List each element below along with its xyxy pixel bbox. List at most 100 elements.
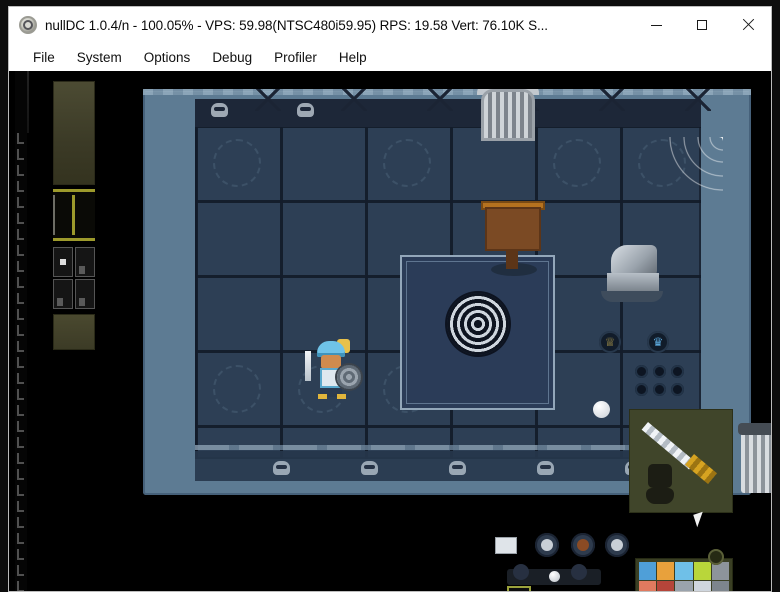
hud-edge-tick [17,213,24,224]
menu-item-system[interactable]: System [67,47,132,68]
spiderweb [653,137,723,203]
minimap-cell[interactable] [675,580,693,591]
hud-edge-tick [17,485,24,496]
prop-disc [605,533,629,557]
window-title: nullDC 1.0.4/n - 100.05% - VPS: 59.98(NT… [45,17,548,33]
wall-spike [341,89,367,111]
prop-disc [571,533,595,557]
maximize-icon [697,20,707,30]
shield-icon [337,365,361,389]
wall-skull-icon [297,103,314,117]
minimap-cell[interactable] [693,580,711,591]
floor-tile-circle [213,139,261,187]
title-bar[interactable]: nullDC 1.0.4/n - 100.05% - VPS: 59.98(NT… [9,7,771,43]
hud-slot-bottom[interactable] [53,314,95,350]
hero-knight[interactable] [305,339,361,399]
prop-disc [535,533,559,557]
wall-spike [255,89,281,111]
menu-item-options[interactable]: Options [134,47,201,68]
wall-skull-icon [273,461,290,475]
target-portal[interactable] [447,293,509,355]
emulator-viewport[interactable]: ♕ ♛ [9,71,771,591]
hud-slot-divided[interactable] [53,189,95,241]
minimap-cell[interactable] [711,580,729,591]
menu-item-profiler[interactable]: Profiler [264,47,327,68]
inventory-minimap[interactable] [635,549,733,591]
hud-edge-tick [17,469,24,480]
hud-edge-tick [17,149,24,160]
hud-quad-cell[interactable] [53,247,73,277]
maximize-button[interactable] [679,7,725,43]
hud-edge-tick [17,421,24,432]
minimap-cell[interactable] [693,562,711,580]
hud-left-panel [53,81,95,350]
hud-edge-tick [17,341,24,352]
dungeon-room-floor: ♕ ♛ [195,125,701,459]
white-orb-icon [593,401,610,418]
cursor-pointer-icon [693,511,707,528]
menu-item-debug[interactable]: Debug [202,47,262,68]
sword-hilt-icon [685,453,717,485]
prop-frame [507,586,531,591]
rune-orb-blue-icon[interactable]: ♛ [647,331,669,353]
minimap-cell[interactable] [657,562,675,580]
hud-edge-tick [17,229,24,240]
hud-edge-tick-column [15,71,27,591]
minimize-button[interactable] [633,7,679,43]
hud-edge-tick [17,549,24,560]
sword-item-panel[interactable] [629,409,733,513]
prop-card [495,537,517,554]
dungeon-bottom-wall [195,445,701,481]
hud-quad-grid[interactable] [53,247,95,309]
floor-tile-circle [213,365,261,413]
sign-post [506,249,518,269]
menu-item-help[interactable]: Help [329,47,377,68]
wall-skull-icon [361,461,378,475]
wall-spike [599,89,625,111]
menu-item-file[interactable]: File [23,47,65,68]
hud-quad-cell[interactable] [53,279,73,309]
barrel [738,423,771,493]
close-icon [742,19,754,31]
minimap-cell[interactable] [639,562,657,580]
nulldc-window: nullDC 1.0.4/n - 100.05% - VPS: 59.98(NT… [8,6,772,592]
hud-quad-cell[interactable] [75,279,95,309]
hud-edge-tick [17,277,24,288]
hud-edge-tick [17,517,24,528]
stone-anvil[interactable] [601,245,663,315]
hud-edge-tick [17,581,24,591]
wall-spike [427,89,453,111]
screenshot-root: nullDC 1.0.4/n - 100.05% - VPS: 59.98(NT… [0,0,780,592]
minimap-cell[interactable] [639,580,657,591]
hero-face [321,355,341,369]
portcullis-gate[interactable] [481,89,535,141]
minimize-icon [650,24,662,26]
sword-icon [305,351,311,381]
wall-skull-icon [211,103,228,117]
hud-edge-tick [17,325,24,336]
item-silhouette-icon [644,464,676,504]
minimap-cell[interactable] [675,562,693,580]
hud-slot-top[interactable] [53,81,95,185]
hud-edge-tick [17,453,24,464]
rune-orb-icon[interactable]: ♕ [599,331,621,353]
skull-sign[interactable] [485,207,541,251]
hud-edge-tick [17,197,24,208]
hud-edge-tick [17,165,24,176]
hud-edge-tick [17,389,24,400]
title-bar-left: nullDC 1.0.4/n - 100.05% - VPS: 59.98(NT… [9,16,633,34]
hud-edge-tick [17,181,24,192]
prop-rack [507,564,601,585]
hud-edge-tick [17,309,24,320]
hud-edge-tick [17,245,24,256]
menu-bar: File System Options Debug Profiler Help [9,43,771,71]
minimap-cell[interactable] [657,580,675,591]
dungeon-top-wall [195,89,711,127]
window-controls [633,7,771,43]
hud-edge-tick [17,261,24,272]
hud-edge-tick [17,357,24,368]
close-button[interactable] [725,7,771,43]
hud-edge-tick [17,565,24,576]
hud-quad-cell[interactable] [75,247,95,277]
hud-edge-tick [17,373,24,384]
